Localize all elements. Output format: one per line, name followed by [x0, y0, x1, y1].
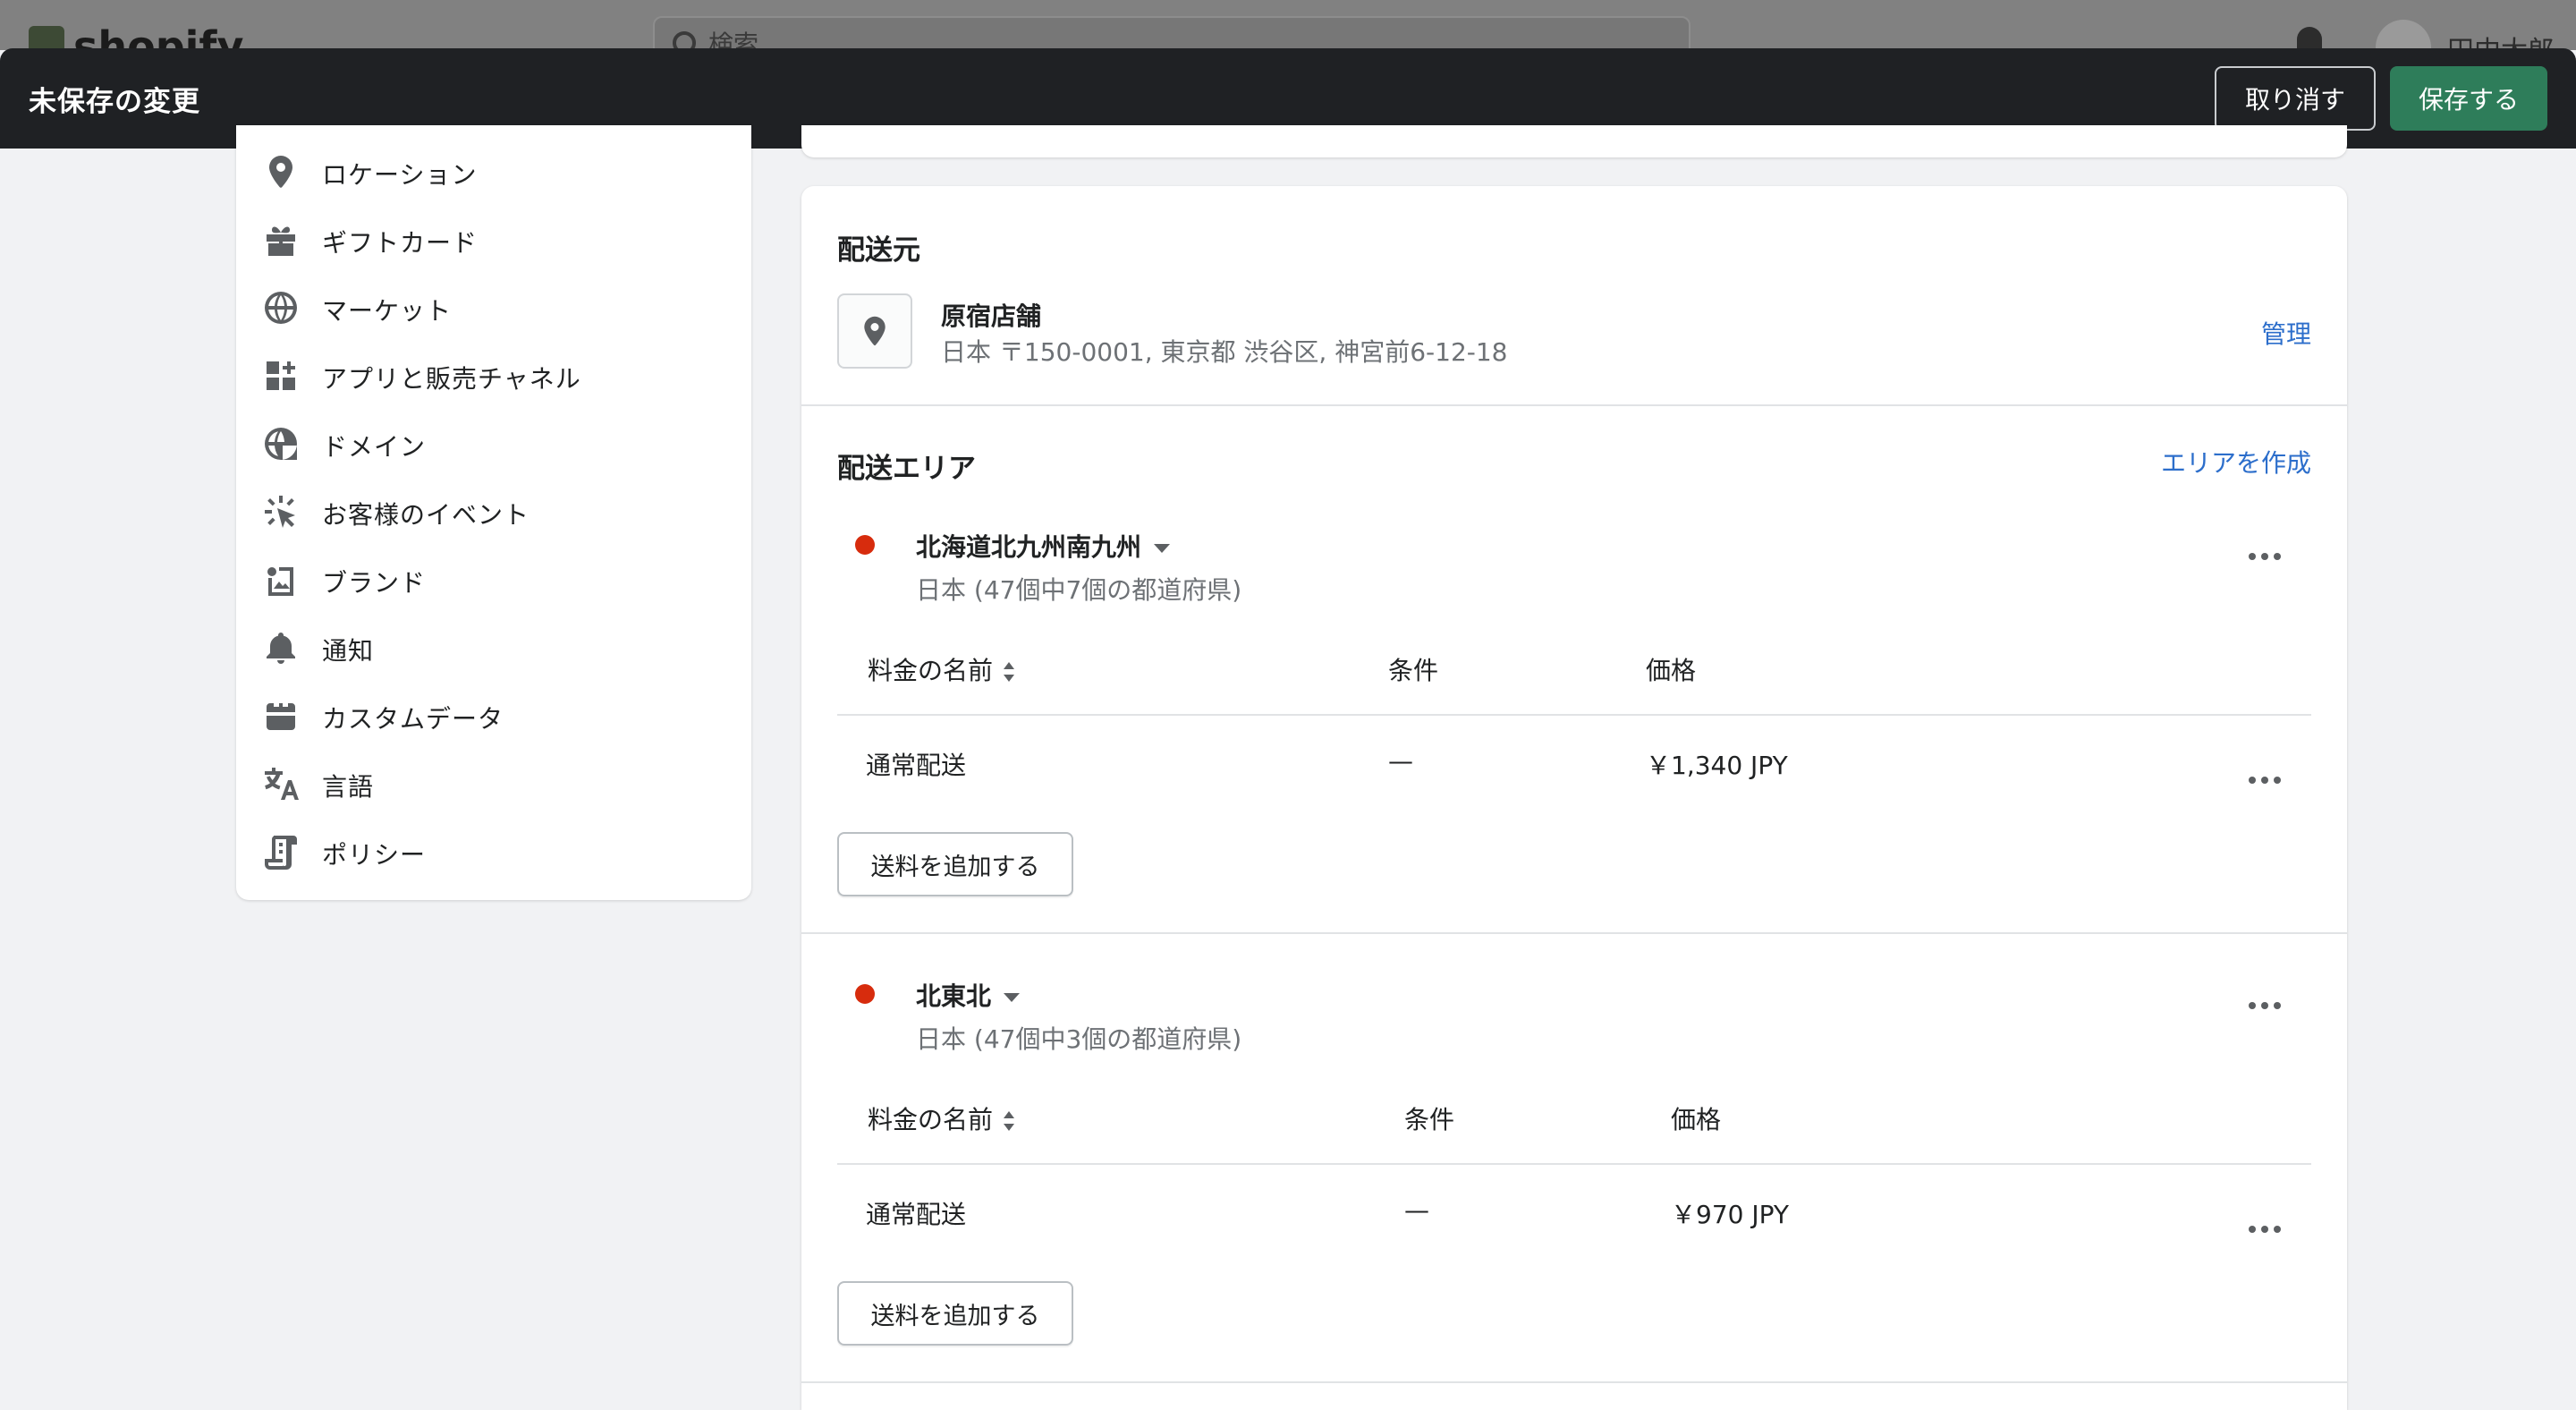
- location-name: 原宿店舗: [941, 302, 1042, 331]
- rate-price-cell: ￥1,340 JPY: [1646, 751, 1788, 780]
- zone-status-dot: [855, 984, 875, 1004]
- location-pin-icon: [864, 316, 886, 345]
- condition-column-header: 条件: [1404, 1105, 1455, 1134]
- add-rate-button[interactable]: 送料を追加する: [837, 1281, 1073, 1346]
- rate-name-column-header[interactable]: 料金の名前: [868, 1100, 1015, 1136]
- sidebar-item-label: ポリシー: [322, 840, 427, 870]
- rate-more-actions-icon[interactable]: [2241, 1211, 2288, 1247]
- zone-name-text: 北東北: [916, 981, 992, 1011]
- zone-divider: [801, 932, 2347, 934]
- sidebar-item-apps-sales-channels[interactable]: アプリと販売チャネル: [236, 349, 751, 403]
- rate-name-column-header[interactable]: 料金の名前: [868, 651, 1015, 687]
- user-name[interactable]: 田中太郎: [2447, 29, 2555, 50]
- column-header-label: 料金の名前: [868, 1105, 994, 1134]
- sidebar-item-label: アプリと販売チャネル: [322, 364, 581, 394]
- logo-text: shopify: [73, 22, 244, 50]
- avatar[interactable]: [2376, 20, 2431, 50]
- zone-more-actions-icon[interactable]: [2241, 988, 2288, 1024]
- location-address: 日本 〒150-0001, 東京都 渋谷区, 神宮前6-12-18: [941, 337, 1508, 367]
- settings-sidebar: ロケーション ギフトカード マーケット アプリと販売チャネル ドメイン お客様の…: [236, 125, 751, 900]
- sidebar-item-notifications[interactable]: 通知: [236, 621, 751, 675]
- sidebar-item-label: ドメイン: [322, 432, 427, 462]
- rate-name-cell: 通常配送: [866, 1200, 967, 1229]
- apps-icon: [263, 358, 299, 394]
- globe-icon: [263, 290, 299, 326]
- save-button[interactable]: 保存する: [2390, 66, 2547, 131]
- search-placeholder: 検索: [708, 30, 759, 50]
- add-rate-button[interactable]: 送料を追加する: [837, 832, 1073, 896]
- sidebar-item-label: ブランド: [322, 568, 427, 598]
- sidebar-item-brand[interactable]: ブランド: [236, 553, 751, 607]
- cursor-click-icon: [263, 494, 299, 530]
- sidebar-item-customer-events[interactable]: お客様のイベント: [236, 485, 751, 539]
- rate-condition-cell: —: [1388, 746, 1413, 776]
- section-divider: [801, 404, 2347, 406]
- bell-icon: [263, 630, 299, 666]
- price-column-header: 価格: [1671, 1105, 1722, 1134]
- price-column-header: 価格: [1646, 656, 1697, 685]
- search-icon: [673, 31, 696, 50]
- previous-card-edge: [801, 125, 2347, 157]
- sidebar-item-gift-cards[interactable]: ギフトカード: [236, 213, 751, 267]
- zone-name-text: 北海道北九州南九州: [916, 532, 1142, 562]
- shopify-bag-icon: [29, 26, 64, 50]
- unsaved-changes-title: 未保存の変更: [29, 86, 200, 118]
- location-thumbnail: [837, 293, 912, 369]
- location-pin-icon: [263, 154, 299, 190]
- table-divider: [837, 714, 2311, 716]
- sidebar-item-label: カスタムデータ: [322, 704, 504, 734]
- brand-image-icon: [263, 562, 299, 598]
- language-icon: [263, 766, 299, 802]
- zone-name-dropdown[interactable]: 北海道北九州南九州: [916, 528, 1171, 564]
- discard-button[interactable]: 取り消す: [2215, 66, 2376, 131]
- sidebar-item-custom-data[interactable]: カスタムデータ: [236, 689, 751, 743]
- manage-location-link[interactable]: 管理: [2261, 315, 2311, 351]
- sidebar-item-label: お客様のイベント: [322, 500, 530, 530]
- zone-more-actions-icon[interactable]: [2241, 539, 2288, 574]
- notification-bell-icon[interactable]: [2297, 27, 2322, 50]
- table-divider: [837, 1163, 2311, 1165]
- shipping-profile-card: 配送元 原宿店舗 日本 〒150-0001, 東京都 渋谷区, 神宮前6-12-…: [801, 186, 2347, 1410]
- sidebar-item-locations[interactable]: ロケーション: [236, 145, 751, 199]
- create-zone-link[interactable]: エリアを作成: [2161, 444, 2311, 480]
- sort-icon: [1004, 662, 1015, 682]
- shipping-zones-heading: 配送エリア: [837, 453, 976, 485]
- rate-condition-cell: —: [1404, 1195, 1429, 1225]
- sidebar-item-label: 言語: [322, 772, 375, 802]
- zone-divider: [801, 1381, 2347, 1383]
- sidebar-item-languages[interactable]: 言語: [236, 757, 751, 811]
- sidebar-item-label: ギフトカード: [322, 228, 479, 258]
- shipping-origin-heading: 配送元: [837, 234, 920, 267]
- caret-down-icon: [1004, 993, 1021, 1002]
- admin-search-bar[interactable]: 検索: [653, 16, 1690, 50]
- sidebar-item-label: ロケーション: [322, 160, 478, 190]
- sidebar-item-markets[interactable]: マーケット: [236, 281, 751, 335]
- caret-down-icon: [1154, 544, 1171, 553]
- policy-document-icon: [263, 834, 299, 870]
- rate-name-cell: 通常配送: [866, 751, 967, 780]
- domain-globe-icon: [263, 426, 299, 462]
- column-header-label: 料金の名前: [868, 656, 994, 685]
- gift-icon: [263, 222, 299, 258]
- sidebar-item-domains[interactable]: ドメイン: [236, 417, 751, 471]
- rate-more-actions-icon[interactable]: [2241, 762, 2288, 798]
- sort-icon: [1004, 1111, 1015, 1131]
- condition-column-header: 条件: [1388, 656, 1439, 685]
- sidebar-item-label: マーケット: [322, 296, 453, 326]
- rate-price-cell: ￥970 JPY: [1671, 1200, 1789, 1229]
- shopify-logo: shopify: [29, 20, 243, 50]
- sidebar-item-policies[interactable]: ポリシー: [236, 825, 751, 879]
- zone-name-dropdown[interactable]: 北東北: [916, 977, 1021, 1013]
- zone-subtitle: 日本 (47個中3個の都道府県): [916, 1024, 1242, 1054]
- sidebar-item-label: 通知: [322, 636, 375, 666]
- zone-status-dot: [855, 535, 875, 555]
- zone-subtitle: 日本 (47個中7個の都道府県): [916, 575, 1242, 605]
- admin-topbar: shopify 検索 田中太郎: [0, 0, 2576, 50]
- custom-data-icon: [263, 698, 299, 734]
